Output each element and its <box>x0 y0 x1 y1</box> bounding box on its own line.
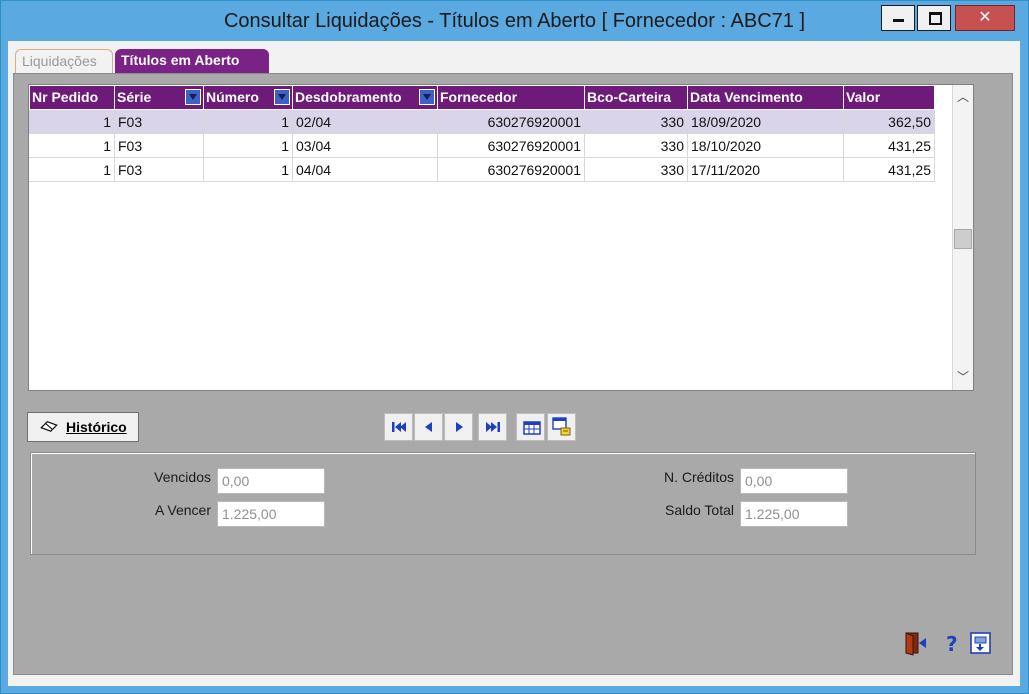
cell-serie: F03 <box>115 110 204 134</box>
saldo-total-field: 1.225,00 <box>740 501 848 527</box>
exit-button[interactable] <box>902 630 932 660</box>
column-header-serie[interactable]: Série <box>115 86 204 109</box>
svg-text:?: ? <box>946 632 958 656</box>
cell-valor: 362,50 <box>844 110 935 134</box>
historico-button[interactable]: Histórico <box>27 412 139 442</box>
filter-dropdown-icon[interactable] <box>419 89 435 105</box>
scroll-up-icon[interactable]: ︿ <box>953 87 973 107</box>
tab-titulos-em-aberto[interactable]: Títulos em Aberto <box>115 49 269 73</box>
next-record-button[interactable] <box>444 413 473 441</box>
filter-dropdown-icon[interactable] <box>185 89 201 105</box>
titles-grid[interactable]: Nr Pedido Série Número Desdobramento For… <box>28 84 974 391</box>
a-vencer-field: 1.225,00 <box>217 501 325 527</box>
cell-fornecedor: 630276920001 <box>438 158 585 182</box>
column-header-label: Desdobramento <box>295 89 402 105</box>
a-vencer-label: A Vencer <box>154 502 211 518</box>
help-button[interactable]: ? <box>938 630 968 660</box>
cell-data-vencimento: 18/10/2020 <box>688 134 844 158</box>
print-button[interactable] <box>968 630 998 660</box>
window-title: Consultar Liquidações - Títulos em Abert… <box>223 10 806 32</box>
column-header-desdobramento[interactable]: Desdobramento <box>293 86 438 109</box>
column-header-valor[interactable]: Valor <box>844 86 935 109</box>
column-header-fornecedor[interactable]: Fornecedor <box>438 86 585 109</box>
cell-valor: 431,25 <box>844 158 935 182</box>
cell-numero: 1 <box>204 110 293 134</box>
historico-label: Histórico <box>66 419 127 435</box>
cell-nr-pedido: 1 <box>29 110 115 134</box>
cell-numero: 1 <box>204 134 293 158</box>
close-icon: ✕ <box>978 7 992 26</box>
previous-record-button[interactable] <box>414 413 443 441</box>
cell-bco-carteira: 330 <box>585 134 688 158</box>
maximize-button[interactable] <box>917 5 951 31</box>
maximize-icon <box>929 12 942 25</box>
print-icon <box>970 632 991 654</box>
cell-data-vencimento: 18/09/2020 <box>688 110 844 134</box>
vencidos-field: 0,00 <box>217 468 325 494</box>
table-row[interactable]: 1 F03 1 03/04 630276920001 330 18/10/202… <box>29 134 935 158</box>
export-button[interactable] <box>547 413 576 441</box>
next-record-icon <box>456 422 463 432</box>
export-icon <box>552 417 571 436</box>
cell-desdobramento: 02/04 <box>293 110 438 134</box>
n-creditos-field: 0,00 <box>740 468 848 494</box>
title-bar[interactable]: Consultar Liquidações - Títulos em Abert… <box>1 1 1028 41</box>
close-button[interactable]: ✕ <box>955 5 1015 31</box>
minimize-icon <box>893 19 904 22</box>
cell-serie: F03 <box>115 158 204 182</box>
cell-nr-pedido: 1 <box>29 158 115 182</box>
last-record-button[interactable] <box>478 413 507 441</box>
cell-nr-pedido: 1 <box>29 134 115 158</box>
cell-valor: 431,25 <box>844 134 935 158</box>
n-creditos-label: N. Créditos <box>663 469 734 485</box>
cell-serie: F03 <box>115 134 204 158</box>
cell-data-vencimento: 17/11/2020 <box>688 158 844 182</box>
first-record-icon <box>392 422 406 432</box>
filter-dropdown-icon[interactable] <box>274 89 290 105</box>
tab-liquidacoes[interactable]: Liquidações <box>15 49 113 73</box>
cell-desdobramento: 04/04 <box>293 158 438 182</box>
app-window: Consultar Liquidações - Títulos em Abert… <box>0 0 1029 694</box>
column-header-bco-carteira[interactable]: Bco-Carteira <box>585 86 688 109</box>
eraser-icon <box>40 421 58 432</box>
table-row[interactable]: 1 F03 1 02/04 630276920001 330 18/09/202… <box>29 110 935 134</box>
vencidos-label: Vencidos <box>154 469 211 485</box>
vertical-scrollbar[interactable]: ︿ ﹀ <box>952 85 973 390</box>
cell-bco-carteira: 330 <box>585 110 688 134</box>
exit-door-icon <box>905 632 926 656</box>
saldo-total-label: Saldo Total <box>664 502 734 518</box>
minimize-button[interactable] <box>881 5 915 31</box>
last-record-icon <box>486 422 500 432</box>
scroll-down-icon[interactable]: ﹀ <box>953 367 973 387</box>
cell-desdobramento: 03/04 <box>293 134 438 158</box>
summary-panel: Vencidos 0,00 A Vencer 1.225,00 N. Crédi… <box>30 452 976 555</box>
cell-bco-carteira: 330 <box>585 158 688 182</box>
grid-view-icon <box>523 421 541 435</box>
table-row[interactable]: 1 F03 1 04/04 630276920001 330 17/11/202… <box>29 158 935 182</box>
column-header-data-vencimento[interactable]: Data Vencimento <box>688 86 844 109</box>
previous-record-icon <box>425 422 432 432</box>
column-header-label: Número <box>206 89 259 105</box>
help-icon: ? <box>946 632 958 656</box>
grid-view-button[interactable] <box>516 413 545 441</box>
cell-fornecedor: 630276920001 <box>438 110 585 134</box>
scroll-thumb[interactable] <box>954 229 972 249</box>
column-header-numero[interactable]: Número <box>204 86 293 109</box>
column-header-label: Série <box>117 89 152 105</box>
first-record-button[interactable] <box>384 413 413 441</box>
column-header-nr-pedido[interactable]: Nr Pedido <box>30 86 115 109</box>
cell-numero: 1 <box>204 158 293 182</box>
client-area: Liquidações Títulos em Aberto Nr Pedido … <box>8 41 1020 686</box>
cell-fornecedor: 630276920001 <box>438 134 585 158</box>
